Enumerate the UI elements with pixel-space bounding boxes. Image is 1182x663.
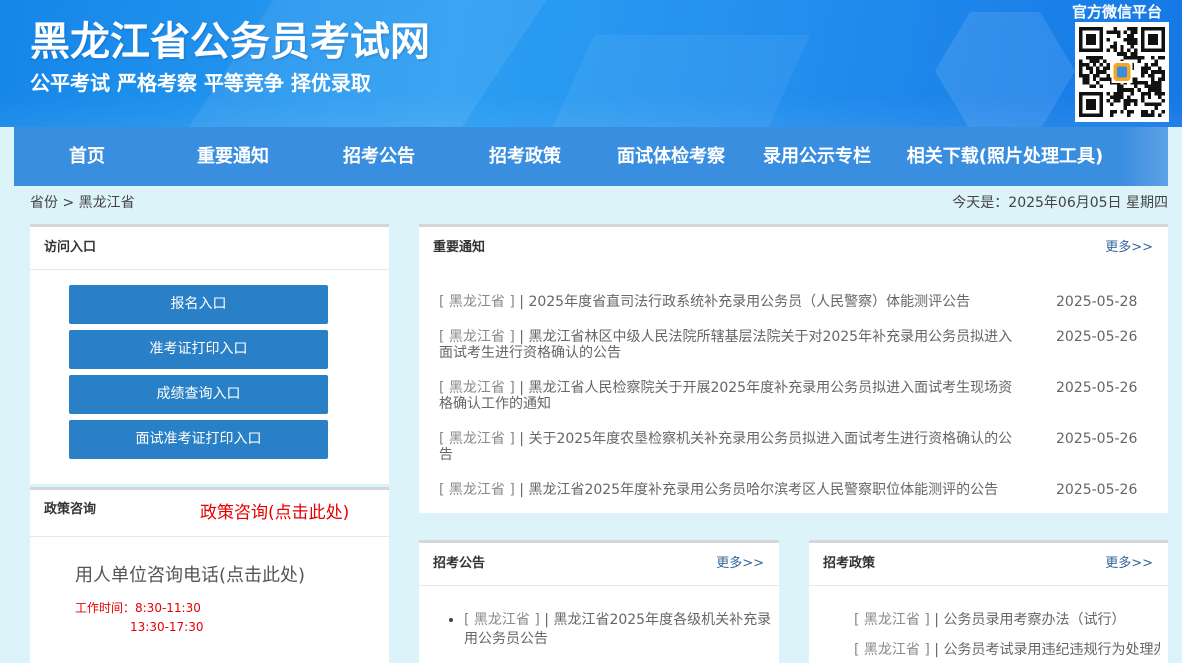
policy-title: 公务员录用考察办法（试行） [943, 612, 1126, 628]
nav-recruitment-policies[interactable]: 招考政策 [452, 127, 598, 186]
policies-more-link[interactable]: 更多>> [1105, 543, 1153, 585]
notice-separator: | [519, 431, 524, 447]
access-panel-title: 访问入口 [44, 240, 97, 255]
notice-link[interactable]: [ 黑龙江省 ] | 黑龙江省林区中级人民法院所辖基层法院关于对2025年补充录… [439, 329, 1021, 361]
announcements-panel: 招考公告 更多>> [ 黑龙江省 ] | 黑龙江省2025年度各级机关补充录用公… [419, 540, 779, 663]
policy-list: [ 黑龙江省 ] | 公务员录用考察办法（试行） [ 黑龙江省 ] | 公务员考… [809, 586, 1168, 660]
notice-region: [ 黑龙江省 ] [439, 329, 515, 345]
employer-phone-link[interactable]: 用人单位咨询电话(点击此处) [75, 565, 305, 587]
nav-important-notices[interactable]: 重要通知 [160, 127, 306, 186]
announcements-more-link[interactable]: 更多>> [716, 543, 764, 585]
notice-date: 2025-05-26 [1056, 380, 1138, 396]
access-panel: 访问入口 报名入口 准考证打印入口 成绩查询入口 面试准考证打印入口 [30, 224, 389, 484]
access-buttons: 报名入口 准考证打印入口 成绩查询入口 面试准考证打印入口 [30, 270, 389, 459]
announcement-separator: | [544, 612, 549, 628]
notice-title: 黑龙江省2025年度补充录用公务员哈尔滨考区人民警察职位体能测评的公告 [528, 482, 999, 498]
announcement-link[interactable]: [ 黑龙江省 ] | 黑龙江省2025年度各级机关补充录用公务员公告 [464, 612, 771, 647]
notice-title: 关于2025年度农垦检察机关补充录用公务员拟进入面试考生进行资格确认的公告 [439, 431, 1013, 463]
breadcrumb-current[interactable]: 黑龙江省 [79, 195, 135, 211]
breadcrumb-separator: > [62, 195, 75, 211]
policy-link[interactable]: [ 黑龙江省 ] | 公务员考试录用违纪违规行为处理办 [854, 642, 1160, 658]
notice-separator: | [519, 329, 524, 345]
notices-panel-title: 重要通知 [433, 240, 486, 255]
notice-link[interactable]: [ 黑龙江省 ] | 黑龙江省人民检察院关于开展2025年度补充录用公务员拟进入… [439, 380, 1021, 412]
notice-title: 黑龙江省人民检察院关于开展2025年度补充录用公务员拟进入面试考生现场资格确认工… [439, 380, 1013, 412]
notice-list: [ 黑龙江省 ] | 2025年度省直司法行政系统补充录用公务员（人民警察）体能… [419, 270, 1168, 498]
policy-title: 公务员考试录用违纪违规行为处理办 [943, 642, 1160, 658]
notice-separator: | [519, 482, 524, 498]
score-query-button[interactable]: 成绩查询入口 [69, 375, 328, 414]
working-hours-morning: 工作时间：8:30-11:30 [75, 601, 201, 615]
notice-title: 2025年度省直司法行政系统补充录用公务员（人民警察）体能测评公告 [528, 294, 971, 310]
working-hours-afternoon: 13:30-17:30 [130, 620, 204, 634]
policies-panel-title: 招考政策 [823, 556, 876, 571]
list-item: [ 黑龙江省 ] | 公务员录用考察办法（试行） [854, 611, 1160, 630]
notice-date: 2025-05-26 [1056, 482, 1138, 498]
header-decoration [0, 96, 1182, 127]
notice-separator: | [519, 380, 524, 396]
policy-separator: | [934, 612, 939, 628]
wechat-label: 官方微信平台 [1072, 3, 1163, 21]
consult-panel-header: 政策咨询 政策咨询(点击此处) [30, 490, 389, 537]
notice-region: [ 黑龙江省 ] [439, 294, 515, 310]
announcements-panel-header: 招考公告 更多>> [419, 543, 779, 586]
notice-title: 黑龙江省林区中级人民法院所辖基层法院关于对2025年补充录用公务员拟进入面试考生… [439, 329, 1013, 361]
register-button[interactable]: 报名入口 [69, 285, 328, 324]
nav-home[interactable]: 首页 [14, 127, 160, 186]
nav-recruitment-announcements[interactable]: 招考公告 [306, 127, 452, 186]
policy-region: [ 黑龙江省 ] [854, 612, 930, 628]
policy-consult-link[interactable]: 政策咨询(点击此处) [200, 502, 349, 524]
nav-hiring-publicity[interactable]: 录用公示专栏 [744, 127, 890, 186]
consult-panel: 政策咨询 政策咨询(点击此处) 用人单位咨询电话(点击此处) 工作时间：8:30… [30, 487, 389, 663]
announcements-panel-title: 招考公告 [433, 556, 486, 571]
announcement-list: [ 黑龙江省 ] | 黑龙江省2025年度各级机关补充录用公务员公告 [419, 586, 779, 649]
notices-panel: 重要通知 更多>> [ 黑龙江省 ] | 2025年度省直司法行政系统补充录用公… [419, 224, 1168, 513]
qr-code-icon [1079, 27, 1165, 117]
list-item: [ 黑龙江省 ] | 黑龙江省2025年度各级机关补充录用公务员公告 [464, 611, 776, 649]
breadcrumb: 省份 > 黑龙江省 [30, 195, 135, 212]
notice-link[interactable]: [ 黑龙江省 ] | 关于2025年度农垦检察机关补充录用公务员拟进入面试考生进… [439, 431, 1021, 463]
nav-interview-exam[interactable]: 面试体检考察 [598, 127, 744, 186]
nav-end-cap [1120, 127, 1168, 186]
notices-panel-header: 重要通知 更多>> [419, 227, 1168, 270]
notices-more-link[interactable]: 更多>> [1105, 227, 1153, 269]
main-nav: 首页 重要通知 招考公告 招考政策 面试体检考察 录用公示专栏 相关下载(照片处… [14, 127, 1168, 186]
nav-downloads[interactable]: 相关下载(照片处理工具) [890, 127, 1120, 186]
notice-date: 2025-05-26 [1056, 431, 1138, 447]
policy-region: [ 黑龙江省 ] [854, 642, 930, 658]
notice-region: [ 黑龙江省 ] [439, 431, 515, 447]
interview-ticket-button[interactable]: 面试准考证打印入口 [69, 420, 328, 459]
announcement-region: [ 黑龙江省 ] [464, 612, 540, 628]
policy-link[interactable]: [ 黑龙江省 ] | 公务员录用考察办法（试行） [854, 612, 1125, 628]
notice-item: [ 黑龙江省 ] | 黑龙江省2025年度补充录用公务员哈尔滨考区人民警察职位体… [439, 482, 1168, 498]
admission-ticket-button[interactable]: 准考证打印入口 [69, 330, 328, 369]
qr-logo-mark [1116, 66, 1128, 78]
notice-date: 2025-05-28 [1056, 294, 1138, 310]
policies-panel-header: 招考政策 更多>> [809, 543, 1168, 586]
notice-region: [ 黑龙江省 ] [439, 482, 515, 498]
site-slogan: 公平考试 严格考察 平等竞争 择优录取 [30, 71, 371, 95]
notice-item: [ 黑龙江省 ] | 黑龙江省林区中级人民法院所辖基层法院关于对2025年补充录… [439, 329, 1168, 361]
wechat-qr-code [1075, 22, 1169, 122]
site-title: 黑龙江省公务员考试网 [30, 19, 430, 65]
notice-date: 2025-05-26 [1056, 329, 1138, 345]
notice-separator: | [519, 294, 524, 310]
notice-link[interactable]: [ 黑龙江省 ] | 2025年度省直司法行政系统补充录用公务员（人民警察）体能… [439, 294, 1021, 310]
notice-item: [ 黑龙江省 ] | 黑龙江省人民检察院关于开展2025年度补充录用公务员拟进入… [439, 380, 1168, 412]
notice-item: [ 黑龙江省 ] | 关于2025年度农垦检察机关补充录用公务员拟进入面试考生进… [439, 431, 1168, 463]
notice-link[interactable]: [ 黑龙江省 ] | 黑龙江省2025年度补充录用公务员哈尔滨考区人民警察职位体… [439, 482, 1021, 498]
list-item: [ 黑龙江省 ] | 公务员考试录用违纪违规行为处理办 [854, 641, 1160, 660]
page: 黑龙江省公务员考试网 公平考试 严格考察 平等竞争 择优录取 官方微信平台 首页… [0, 0, 1182, 663]
breadcrumb-province[interactable]: 省份 [30, 195, 58, 211]
access-panel-header: 访问入口 [30, 227, 389, 270]
site-header: 黑龙江省公务员考试网 公平考试 严格考察 平等竞争 择优录取 官方微信平台 [0, 0, 1182, 127]
policies-panel: 招考政策 更多>> [ 黑龙江省 ] | 公务员录用考察办法（试行） [ 黑龙江… [809, 540, 1168, 663]
consult-panel-title: 政策咨询 [44, 502, 97, 517]
notice-region: [ 黑龙江省 ] [439, 380, 515, 396]
policy-separator: | [934, 642, 939, 658]
today-date: 今天是：2025年06月05日 星期四 [952, 195, 1168, 211]
notice-item: [ 黑龙江省 ] | 2025年度省直司法行政系统补充录用公务员（人民警察）体能… [439, 294, 1168, 310]
